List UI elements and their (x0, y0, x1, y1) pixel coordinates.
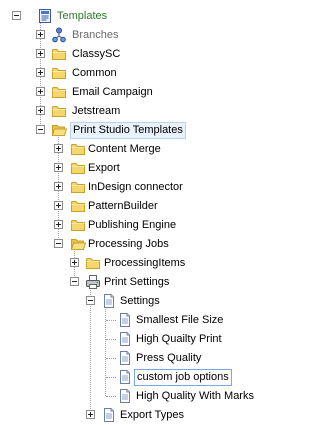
folder-icon (70, 217, 86, 233)
folder-icon (70, 160, 86, 176)
tree-node-label: High Quailty Print (136, 333, 222, 345)
document-icon (117, 350, 133, 366)
tree-node-patternbuilder[interactable]: PatternBuilder (0, 197, 277, 216)
tree-node-label: Export (88, 162, 120, 174)
expand-toggle-icon[interactable] (36, 49, 45, 58)
tree-node-print-settings[interactable]: Print Settings (0, 273, 277, 292)
tree-connector-line (106, 320, 116, 321)
tree-node-print-studio-templates[interactable]: Print Studio Templates (0, 121, 277, 140)
collapse-toggle-icon[interactable] (36, 125, 45, 134)
expand-toggle-icon[interactable] (86, 410, 95, 419)
tree-connector-line (106, 358, 116, 359)
tree-node-label: Common (72, 67, 117, 79)
tree-connector-line (106, 396, 116, 397)
expand-toggle-icon[interactable] (36, 30, 45, 39)
tree-connector-line (106, 377, 116, 378)
expand-toggle-icon[interactable] (54, 144, 63, 153)
expand-toggle-icon[interactable] (70, 258, 79, 267)
tree-node-label: Branches (72, 29, 119, 41)
tree-node-label: Content Merge (88, 143, 161, 155)
tree-node-high-quality-with-marks[interactable]: High Quality With Marks (0, 387, 277, 406)
tree-node-label: Templates (57, 10, 108, 22)
tree-node-label: Print Studio Templates (70, 122, 186, 139)
tree-node-label: Export Types (120, 409, 184, 421)
tree-node-label: InDesign connector (88, 181, 183, 193)
tree-node-content-merge[interactable]: Content Merge (0, 140, 277, 159)
tree-node-export[interactable]: Export (0, 159, 277, 178)
folder-icon (70, 179, 86, 195)
tree-node-label: High Quality With Marks (136, 390, 254, 402)
tree-node-processing-jobs[interactable]: Processing Jobs (0, 235, 277, 254)
collapse-toggle-icon[interactable] (86, 296, 95, 305)
document-icon (117, 331, 133, 347)
tree-node-label: Print Settings (104, 276, 170, 288)
expand-toggle-icon[interactable] (54, 201, 63, 210)
folder-icon (70, 141, 86, 157)
tree-node-high-quality-print[interactable]: High Quailty Print (0, 330, 277, 349)
document-icon (101, 293, 117, 309)
tree-node-label: Email Campaign (72, 86, 153, 98)
tree-node-label: ProcessingItems (104, 257, 186, 269)
tree-node-smallest-file-size[interactable]: Smallest File Size (0, 311, 277, 330)
tree-node-label: Press Quality (136, 352, 202, 364)
tree-node-email-campaign[interactable]: Email Campaign (0, 83, 277, 102)
tree-node-label: ClassySC (72, 48, 121, 60)
collapse-toggle-icon[interactable] (70, 277, 79, 286)
tree-node-label: Publishing Engine (88, 219, 177, 231)
tree-node-press-quality[interactable]: Press Quality (0, 349, 277, 368)
tree-node-label: custom job options (134, 369, 232, 386)
expand-toggle-icon[interactable] (36, 68, 45, 77)
tree-node-label: Jetstream (72, 105, 121, 117)
collapse-toggle-icon[interactable] (54, 239, 63, 248)
tree-node-templates[interactable]: Templates (0, 7, 277, 26)
document-icon (117, 388, 133, 404)
folder-icon (51, 46, 67, 62)
tree-connector-line (106, 339, 116, 340)
tree-node-classysc[interactable]: ClassySC (0, 45, 277, 64)
document-icon (101, 407, 117, 423)
folder-open-icon (70, 236, 86, 252)
folder-open-icon (51, 122, 67, 138)
folder-icon (51, 65, 67, 81)
tree-node-label: PatternBuilder (88, 200, 158, 212)
tree-node-processingitems[interactable]: ProcessingItems (0, 254, 277, 273)
tree-node-common[interactable]: Common (0, 64, 277, 83)
expand-toggle-icon[interactable] (54, 220, 63, 229)
tree-node-label: Processing Jobs (88, 238, 169, 250)
tree-node-export-types[interactable]: Export Types (0, 406, 277, 425)
tree-node-branches[interactable]: Branches (0, 26, 277, 45)
expand-toggle-icon[interactable] (54, 163, 63, 172)
folder-icon (85, 255, 101, 271)
printer-icon (85, 274, 101, 290)
tree-node-custom-job-options[interactable]: custom job options (0, 368, 277, 387)
tree-node-label: Smallest File Size (136, 314, 224, 326)
folder-icon (51, 84, 67, 100)
folder-icon (51, 103, 67, 119)
tree-node-label: Settings (120, 295, 160, 307)
tree-node-jetstream[interactable]: Jetstream (0, 102, 277, 121)
expand-toggle-icon[interactable] (36, 87, 45, 96)
document-icon (117, 312, 133, 328)
expand-toggle-icon[interactable] (54, 182, 63, 191)
tree-node-indesign-connector[interactable]: InDesign connector (0, 178, 277, 197)
branches-icon (51, 27, 67, 43)
tree-node-publishing-engine[interactable]: Publishing Engine (0, 216, 277, 235)
collapse-toggle-icon[interactable] (12, 11, 21, 20)
folder-icon (70, 198, 86, 214)
tree-node-settings[interactable]: Settings (0, 292, 277, 311)
document-icon (117, 369, 133, 385)
expand-toggle-icon[interactable] (36, 106, 45, 115)
templates-doc-icon (37, 8, 53, 24)
